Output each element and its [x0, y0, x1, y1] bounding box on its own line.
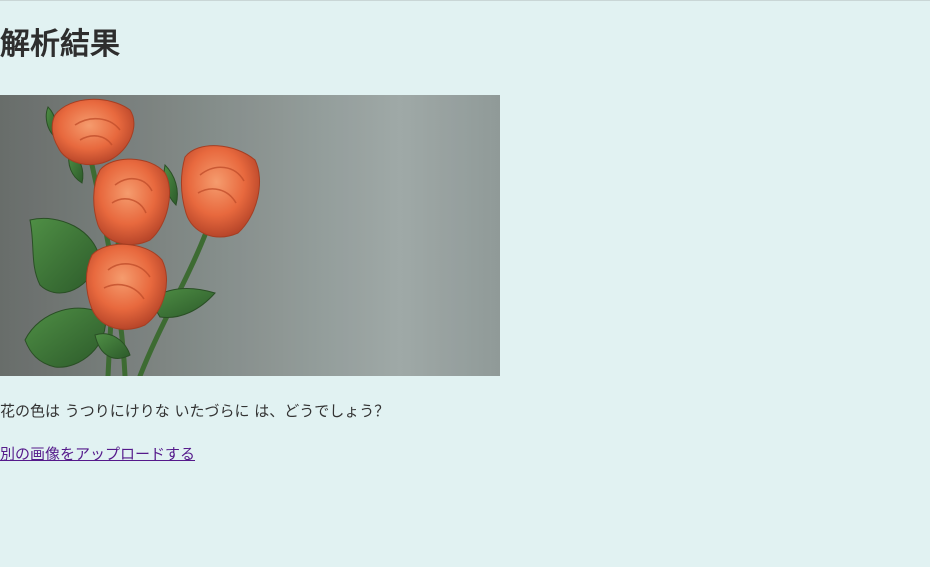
page-title: 解析結果 — [0, 27, 120, 62]
uploaded-image — [0, 95, 500, 376]
top-border — [0, 0, 930, 1]
upload-another-image-link[interactable]: 別の画像をアップロードする — [0, 443, 195, 465]
analysis-result-text: 花の色は うつりにけりな いたづらに は、どうでしょう？ — [0, 402, 390, 420]
rose-photo-graphic — [0, 95, 500, 376]
